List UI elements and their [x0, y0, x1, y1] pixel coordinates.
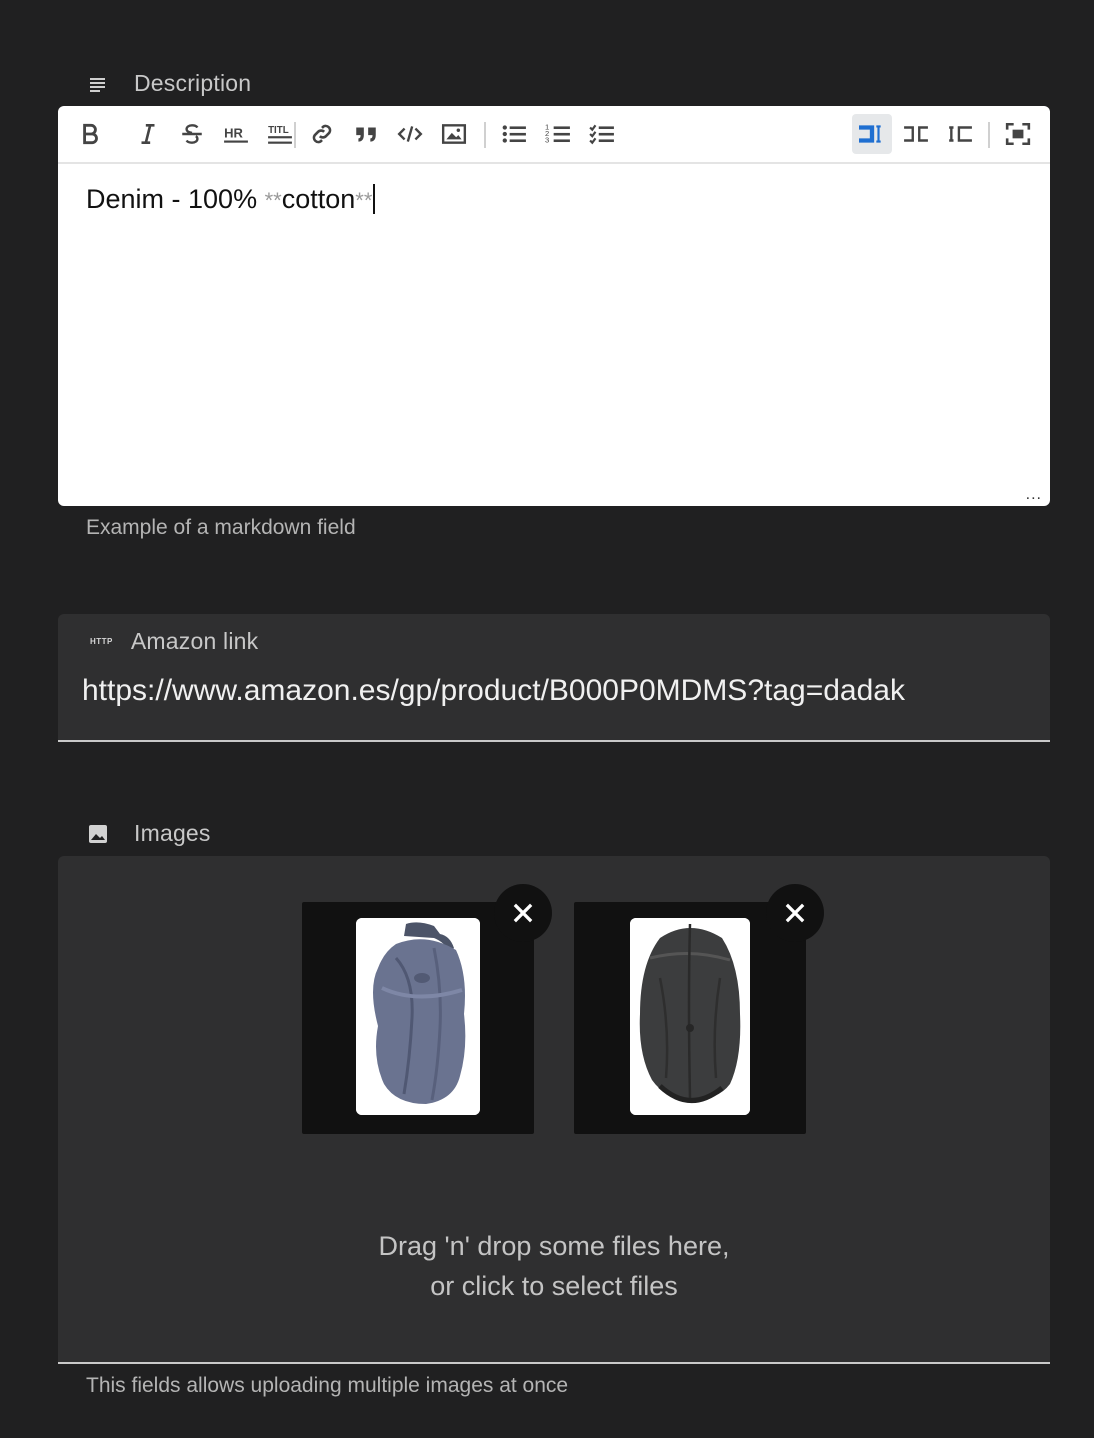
code-icon	[397, 126, 423, 142]
code-button[interactable]	[392, 116, 428, 152]
content-bold: cotton	[281, 184, 356, 214]
close-icon	[785, 903, 805, 923]
svg-text:HR: HR	[224, 125, 243, 140]
remove-image-button[interactable]	[494, 884, 552, 942]
link-button[interactable]	[304, 116, 340, 152]
quote-icon	[356, 127, 376, 142]
cap-photo-black	[630, 918, 750, 1115]
split-mode-icon	[904, 126, 928, 142]
description-header: Description	[88, 70, 251, 97]
cap-photo-blue	[356, 918, 480, 1115]
bullet-list-icon	[502, 125, 526, 143]
image-dropzone[interactable]: Drag 'n' drop some files here, or click …	[58, 856, 1050, 1364]
amazon-link-field[interactable]: HTTP Amazon link https://www.amazon.es/g…	[58, 614, 1050, 742]
fullscreen-button[interactable]	[1000, 116, 1036, 152]
content-plain: Denim - 100%	[86, 184, 265, 214]
heading-icon: TITL	[268, 125, 292, 144]
image-icon	[441, 124, 467, 144]
preview-mode-icon	[949, 126, 972, 142]
editor-toolbar: HR TITL 123	[58, 106, 1050, 164]
toolbar-separator	[988, 122, 990, 148]
markdown-editor[interactable]: HR TITL 123 Denim - 100% **cotton** ...	[58, 106, 1050, 506]
amazon-link-input[interactable]: https://www.amazon.es/gp/product/B000P0M…	[82, 674, 1028, 708]
amazon-link-label: Amazon link	[130, 628, 259, 654]
strikethrough-button[interactable]	[174, 116, 210, 152]
horizontal-rule-icon: HR	[224, 125, 248, 143]
notes-icon	[88, 74, 108, 94]
image-thumbnail[interactable]	[302, 902, 534, 1134]
split-mode-button[interactable]	[898, 116, 934, 152]
numbered-list-button[interactable]: 123	[540, 116, 576, 152]
checklist-icon	[589, 124, 614, 145]
md-marker-close: **	[355, 188, 373, 213]
link-icon	[312, 124, 332, 144]
strikethrough-icon	[182, 124, 202, 144]
horizontal-rule-button[interactable]: HR	[218, 116, 254, 152]
editor-mode-button[interactable]	[852, 114, 892, 154]
image-button[interactable]	[436, 116, 472, 152]
images-header: Images	[88, 820, 211, 847]
heading-button[interactable]: TITL	[262, 116, 298, 152]
quote-button[interactable]	[348, 116, 384, 152]
checklist-button[interactable]	[584, 116, 620, 152]
dropzone-line-2: or click to select files	[430, 1271, 678, 1301]
close-icon	[513, 903, 533, 923]
preview-mode-button[interactable]	[942, 116, 978, 152]
image-icon	[88, 824, 108, 844]
numbered-list-icon: 123	[545, 123, 570, 145]
toolbar-separator	[484, 122, 486, 148]
description-label: Description	[134, 70, 252, 96]
svg-text:3: 3	[545, 136, 549, 145]
md-marker-open: **	[264, 188, 282, 213]
editor-content[interactable]: Denim - 100% **cotton**	[86, 184, 376, 215]
bold-icon	[83, 123, 98, 145]
images-label: Images	[134, 820, 211, 846]
images-helper: This fields allows uploading multiple im…	[86, 1374, 569, 1397]
image-thumbnail[interactable]	[574, 902, 806, 1134]
bullet-list-button[interactable]	[496, 116, 532, 152]
amazon-link-header: HTTP Amazon link	[90, 628, 258, 655]
toolbar-separator	[294, 122, 296, 148]
text-caret	[373, 184, 376, 214]
bold-button[interactable]	[72, 116, 108, 152]
resize-handle[interactable]: ...	[1026, 486, 1042, 504]
editor-mode-icon	[859, 125, 881, 143]
dropzone-instructions[interactable]: Drag 'n' drop some files here, or click …	[58, 1226, 1050, 1306]
fullscreen-icon	[1005, 122, 1031, 146]
italic-icon	[141, 124, 155, 144]
remove-image-button[interactable]	[766, 884, 824, 942]
dropzone-line-1: Drag 'n' drop some files here,	[378, 1231, 730, 1261]
description-helper: Example of a markdown field	[86, 516, 356, 539]
italic-button[interactable]	[130, 116, 166, 152]
svg-text:TITL: TITL	[268, 125, 289, 136]
http-icon: HTTP	[90, 637, 113, 646]
